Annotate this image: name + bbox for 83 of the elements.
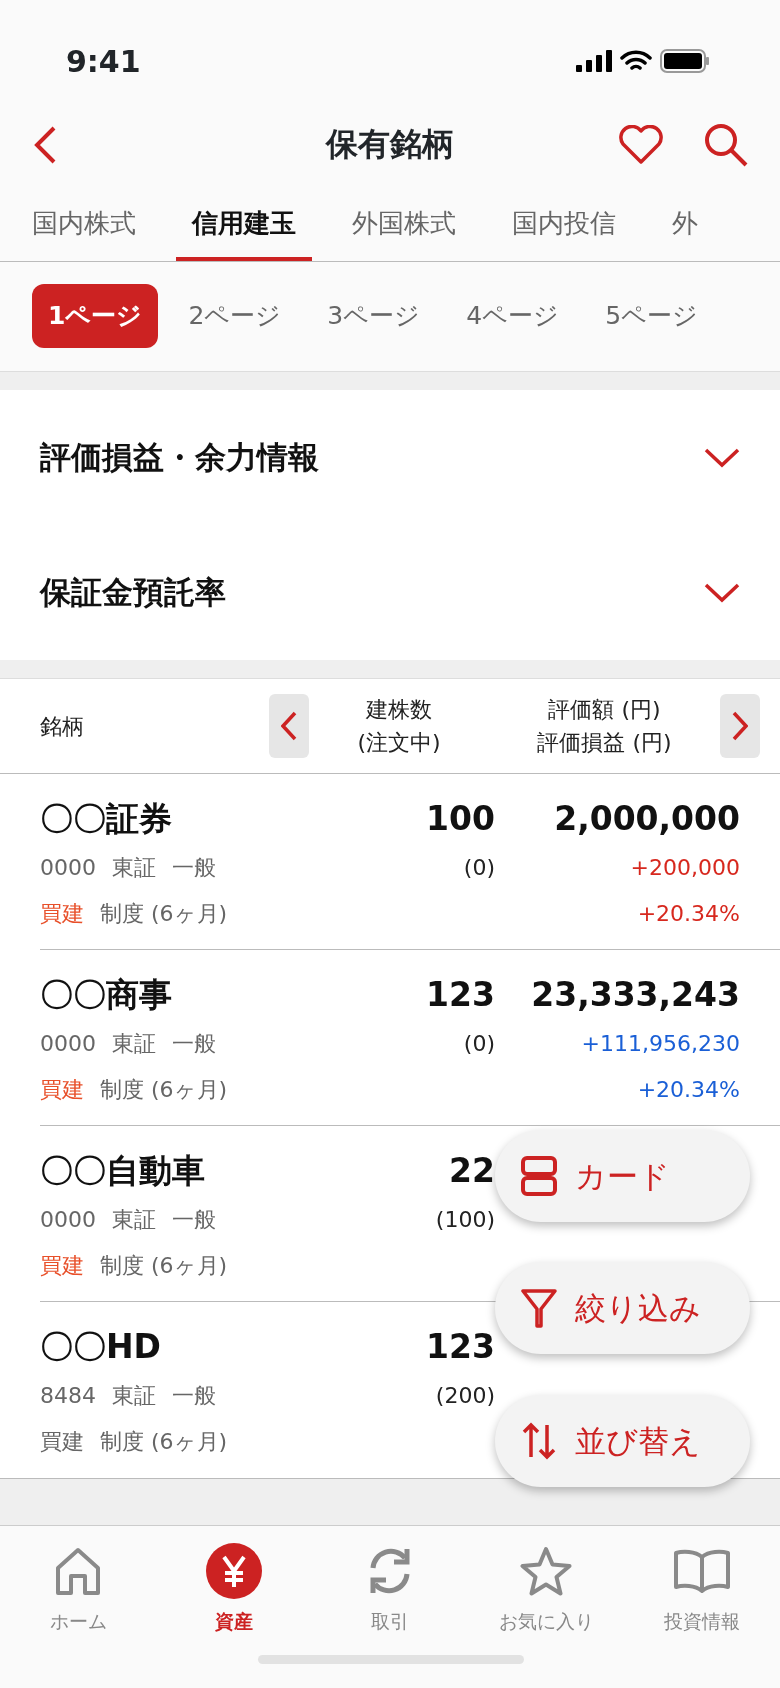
stock-code: 8484 xyxy=(40,1382,96,1410)
pending-count: (100) xyxy=(434,1206,495,1234)
market-label: 東証 xyxy=(112,1030,156,1058)
pending-count: (0) xyxy=(462,1030,495,1058)
pending-count: (200) xyxy=(434,1382,495,1410)
home-icon xyxy=(53,1546,103,1596)
column-header: 建株数 xyxy=(366,696,432,724)
page-tab[interactable]: 1ページ xyxy=(32,284,159,348)
chevron-right-icon xyxy=(732,711,748,741)
nav-tab[interactable]: 取引 xyxy=(312,1540,468,1688)
profit-loss: +200,000 xyxy=(629,854,740,882)
card-layout-icon xyxy=(521,1156,557,1196)
margin-term: 制度 (6ヶ月) xyxy=(100,900,228,928)
accordion-header[interactable]: 保証金預託率 xyxy=(0,525,780,660)
sort-icon xyxy=(521,1421,557,1461)
account-type: 一般 xyxy=(172,1382,216,1410)
stock-code: 0000 xyxy=(40,1030,96,1058)
column-header: (注文中) xyxy=(357,729,441,757)
account-type: 一般 xyxy=(172,854,216,882)
filter-icon xyxy=(521,1288,557,1328)
battery-icon xyxy=(660,49,710,73)
wifi-icon xyxy=(620,50,652,72)
nav-tab[interactable]: お気に入り xyxy=(468,1540,624,1688)
page-tab[interactable]: 5ページ xyxy=(589,284,715,348)
stock-name: 〇〇自動車 xyxy=(40,1150,206,1192)
accordion-header[interactable]: 評価損益・余力情報 xyxy=(0,390,780,525)
sort-fab[interactable]: 並び替え xyxy=(495,1395,750,1487)
market-label: 東証 xyxy=(112,1206,156,1234)
profit-loss: +111,956,230 xyxy=(580,1030,740,1058)
position-side: 買建 xyxy=(40,1076,84,1104)
position-side: 買建 xyxy=(40,1252,84,1280)
page-tab[interactable]: 4ページ xyxy=(450,284,576,348)
margin-term: 制度 (6ヶ月) xyxy=(100,1428,228,1456)
share-count: 123 xyxy=(425,974,495,1016)
margin-term: 制度 (6ヶ月) xyxy=(100,1252,228,1280)
valuation-amount: 2,000,000 xyxy=(553,798,740,840)
stock-code: 0000 xyxy=(40,1206,96,1234)
page-title: 保有銘柄 xyxy=(326,124,454,165)
search-icon xyxy=(704,123,748,167)
profit-loss-rate: +20.34% xyxy=(636,1076,740,1104)
market-label: 東証 xyxy=(112,854,156,882)
market-label: 東証 xyxy=(112,1382,156,1410)
valuation-amount: 23,333,243 xyxy=(530,974,740,1016)
stock-code: 0000 xyxy=(40,854,96,882)
margin-term: 制度 (6ヶ月) xyxy=(100,1076,228,1104)
stock-name: 〇〇HD xyxy=(40,1326,162,1368)
category-tab[interactable]: 信用建玉 xyxy=(176,198,312,261)
nav-tab[interactable]: ホーム xyxy=(0,1540,156,1688)
star-icon xyxy=(520,1546,572,1596)
book-icon xyxy=(673,1548,731,1594)
card-fab[interactable]: カード xyxy=(495,1130,750,1222)
share-count: 123 xyxy=(425,1326,495,1368)
back-icon xyxy=(32,125,58,165)
status-time: 9:41 xyxy=(66,42,141,81)
account-type: 一般 xyxy=(172,1206,216,1234)
filter-fab[interactable]: 絞り込み xyxy=(495,1262,750,1354)
position-side: 買建 xyxy=(40,1428,84,1456)
category-tab[interactable]: 外 xyxy=(656,198,714,261)
account-type: 一般 xyxy=(172,1030,216,1058)
previous-columns-button[interactable] xyxy=(269,694,309,758)
category-tab[interactable]: 国内株式 xyxy=(0,198,152,261)
share-count: 22 xyxy=(448,1150,495,1192)
chevron-down-icon xyxy=(704,581,740,604)
heart-icon xyxy=(618,125,664,165)
share-count: 100 xyxy=(425,798,495,840)
column-header: 評価損益 (円) xyxy=(537,729,672,757)
signal-icon xyxy=(576,50,612,72)
page-tab[interactable]: 2ページ xyxy=(172,284,298,348)
chevron-left-icon xyxy=(281,711,297,741)
nav-tab[interactable]: 投資情報 xyxy=(624,1540,780,1688)
yen-icon xyxy=(206,1543,262,1599)
next-columns-button[interactable] xyxy=(720,694,760,758)
chevron-down-icon xyxy=(704,446,740,469)
profit-loss-rate: +20.34% xyxy=(636,900,740,928)
category-tab[interactable]: 外国株式 xyxy=(336,198,472,261)
pending-count: (0) xyxy=(462,854,495,882)
column-header: 評価額 (円) xyxy=(548,696,661,724)
stock-name: 〇〇証券 xyxy=(40,798,173,840)
stock-name: 〇〇商事 xyxy=(40,974,173,1016)
category-tab[interactable]: 国内投信 xyxy=(496,198,632,261)
column-header: 銘柄 xyxy=(40,712,85,741)
page-tab[interactable]: 3ページ xyxy=(311,284,437,348)
position-side: 買建 xyxy=(40,900,84,928)
